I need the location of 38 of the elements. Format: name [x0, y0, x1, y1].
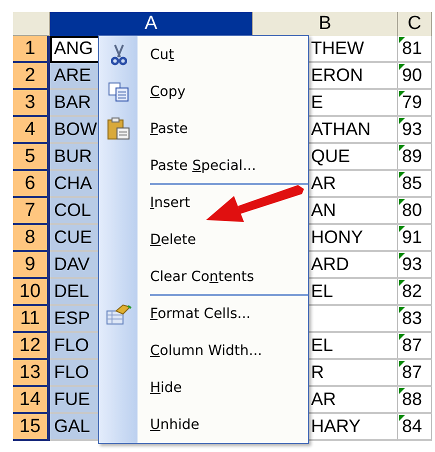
row-header[interactable]: 9: [13, 252, 50, 279]
row-header[interactable]: 8: [13, 225, 50, 252]
column-header[interactable]: C: [398, 12, 432, 36]
row-header[interactable]: 2: [13, 63, 50, 90]
row-header[interactable]: 7: [13, 198, 50, 225]
table-cell: 87: [398, 360, 432, 387]
row-header[interactable]: 10: [13, 279, 50, 306]
row-header[interactable]: 15: [13, 414, 50, 441]
scissors-icon: [110, 44, 126, 66]
table-cell: 79: [398, 90, 432, 117]
row-header[interactable]: 12: [13, 333, 50, 360]
table-cell: 80: [398, 198, 432, 225]
row-header[interactable]: 4: [13, 117, 50, 144]
table-cell: 87: [398, 333, 432, 360]
table-cell: 89: [398, 144, 432, 171]
clipboard-icon: [106, 116, 130, 140]
table-cell: 91: [398, 225, 432, 252]
table-cell: 83: [398, 306, 432, 333]
format-cells-icon: [106, 302, 132, 324]
column-header[interactable]: B: [253, 12, 398, 36]
table-cell: 93: [398, 117, 432, 144]
row-header[interactable]: 13: [13, 360, 50, 387]
row-header[interactable]: 14: [13, 387, 50, 414]
table-cell: 88: [398, 387, 432, 414]
row-header[interactable]: 3: [13, 90, 50, 117]
row-header[interactable]: 1: [13, 36, 50, 63]
table-cell: 81: [398, 36, 432, 63]
table-cell: 84: [398, 414, 432, 441]
table-cell: 93: [398, 252, 432, 279]
row-header[interactable]: 6: [13, 171, 50, 198]
column-header[interactable]: A: [50, 12, 253, 36]
copy-icon: [108, 82, 130, 102]
row-header[interactable]: 5: [13, 144, 50, 171]
select-all-button[interactable]: [13, 12, 50, 36]
table-cell: 90: [398, 63, 432, 90]
table-cell: 82: [398, 279, 432, 306]
table-cell: 85: [398, 171, 432, 198]
row-header[interactable]: 11: [13, 306, 50, 333]
